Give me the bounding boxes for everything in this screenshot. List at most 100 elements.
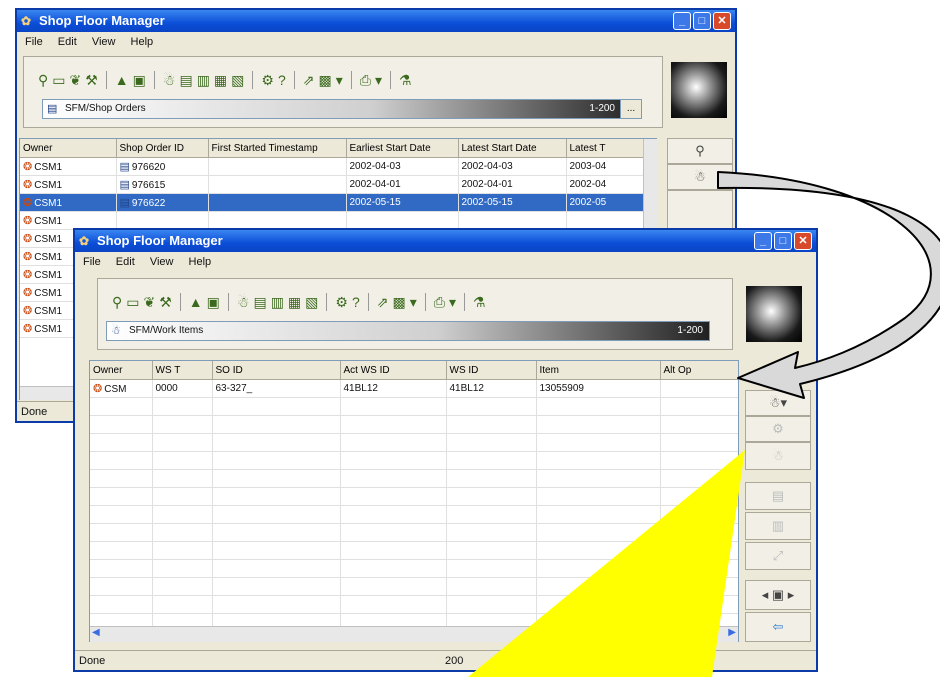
print-icon[interactable]: ⎙: [434, 294, 445, 311]
cell-owner[interactable]: ❂ CSM1: [20, 211, 117, 230]
front-person-button[interactable]: ☃: [745, 442, 811, 470]
table-row[interactable]: ❂ CSM1 ▤ 976615 2002-04-01 2002-04-01 2002-04: [20, 175, 656, 194]
cell-latest[interactable]: 2002-04-01: [458, 175, 567, 194]
cell-act[interactable]: 41BL12: [340, 379, 447, 398]
back-user-button[interactable]: ☃: [667, 164, 733, 190]
excel-icon[interactable]: ▩: [318, 72, 331, 89]
table-row[interactable]: ❂ CSM 0000 63-327_ 41BL12 41BL12 13055909: [90, 379, 738, 398]
front-horizontal-scrollbar[interactable]: ◀ ▶: [90, 626, 738, 642]
close-icon[interactable]: ✕: [794, 232, 812, 250]
menu-help[interactable]: Help: [131, 36, 154, 48]
col-ws-t[interactable]: WS T: [152, 361, 213, 380]
col-so-id[interactable]: SO ID: [212, 361, 341, 380]
cell-owner[interactable]: ❂ CSM1: [20, 193, 117, 212]
cell-earliest[interactable]: 2002-04-01: [346, 175, 459, 194]
tools-icon[interactable]: ⚒: [85, 72, 98, 89]
gear-icon[interactable]: ⚙: [335, 294, 348, 311]
menu-help[interactable]: Help: [189, 256, 212, 268]
col-act-ws-id[interactable]: Act WS ID: [340, 361, 447, 380]
front-edit-user-button[interactable]: ⚙: [745, 416, 811, 442]
front-table-button[interactable]: ▥: [745, 512, 811, 540]
col-earliest-start[interactable]: Earliest Start Date: [346, 139, 459, 158]
help-book-icon[interactable]: ?: [278, 72, 286, 88]
grid-icon[interactable]: ▤: [179, 72, 192, 89]
cell-earliest[interactable]: 2002-05-15: [346, 193, 459, 212]
col-owner[interactable]: Owner: [90, 361, 153, 380]
maximize-icon[interactable]: □: [774, 232, 792, 250]
col-first-started[interactable]: First Started Timestamp: [208, 139, 347, 158]
menu-view[interactable]: View: [150, 256, 174, 268]
maximize-icon[interactable]: □: [693, 12, 711, 30]
cell-alt[interactable]: [660, 379, 738, 398]
excel-icon[interactable]: ▩: [392, 294, 405, 311]
cell-owner[interactable]: ❂ CSM: [90, 379, 153, 398]
grid-edit-icon[interactable]: ▥: [197, 72, 210, 89]
front-user-menu-button[interactable]: ☃▾: [745, 390, 811, 416]
grid-icon[interactable]: ▤: [253, 294, 266, 311]
close-icon[interactable]: ✕: [713, 12, 731, 30]
col-ws-id[interactable]: WS ID: [446, 361, 537, 380]
cell-owner[interactable]: ❂ CSM1: [20, 175, 117, 194]
cell-first[interactable]: [208, 211, 347, 230]
cell-soid[interactable]: 63-327_: [212, 379, 341, 398]
folder-icon[interactable]: ▭: [126, 294, 139, 311]
table-row[interactable]: ❂ CSM1: [20, 211, 656, 230]
chevron-down-icon[interactable]: ▾: [410, 294, 417, 311]
col-latest-start[interactable]: Latest Start Date: [458, 139, 567, 158]
cell-earliest[interactable]: 2002-04-03: [346, 157, 459, 176]
scroll-left-icon[interactable]: ◀: [92, 627, 100, 638]
cell-order[interactable]: ▤ 976615: [116, 175, 209, 194]
front-back-button[interactable]: ⇦: [745, 612, 811, 642]
print-icon[interactable]: ⎙: [360, 72, 371, 89]
path-more-button[interactable]: ...: [620, 100, 641, 118]
front-resize-button[interactable]: ⤢: [745, 542, 811, 570]
cell-first[interactable]: [208, 175, 347, 194]
cell-first[interactable]: [208, 157, 347, 176]
cell-latest[interactable]: 2002-05-15: [458, 193, 567, 212]
filter-icon[interactable]: ⚗: [473, 294, 486, 311]
table-row[interactable]: ❂ CSM1 ▤ 976620 2002-04-03 2002-04-03 2003-04: [20, 157, 656, 176]
start-icon[interactable]: ▲: [189, 294, 203, 310]
cell-order[interactable]: [116, 211, 209, 230]
export-icon[interactable]: ⇗: [377, 294, 389, 311]
filter-icon[interactable]: ⚗: [399, 72, 412, 89]
tree-icon[interactable]: ❦: [144, 294, 156, 311]
panel-icon[interactable]: ▣: [133, 72, 146, 89]
menu-edit[interactable]: Edit: [58, 36, 77, 48]
cell-order[interactable]: ▤ 976620: [116, 157, 209, 176]
scroll-right-icon[interactable]: ▶: [728, 627, 736, 638]
front-titlebar[interactable]: ✿ Shop Floor Manager _ □ ✕: [75, 230, 816, 252]
chevron-down-icon[interactable]: ▾: [449, 294, 456, 311]
chevron-down-icon[interactable]: ▾: [375, 72, 382, 89]
front-nav-button[interactable]: ◂ ▣ ▸: [745, 580, 811, 610]
col-shop-order[interactable]: Shop Order ID: [116, 139, 209, 158]
grid-add-icon[interactable]: ▦: [214, 72, 227, 89]
cell-item[interactable]: 13055909: [536, 379, 661, 398]
user-icon[interactable]: ☃: [237, 294, 250, 311]
folder-icon[interactable]: ▭: [52, 72, 65, 89]
col-owner[interactable]: Owner: [20, 139, 117, 158]
grid-link-icon[interactable]: ▧: [305, 294, 318, 311]
menu-file[interactable]: File: [25, 36, 43, 48]
front-grid-button[interactable]: ▤: [745, 482, 811, 510]
binoculars-icon[interactable]: ⚲: [38, 72, 48, 89]
cell-latest[interactable]: 2002-04-03: [458, 157, 567, 176]
user-icon[interactable]: ☃: [163, 72, 176, 89]
cell-first[interactable]: [208, 193, 347, 212]
cell-wst[interactable]: 0000: [152, 379, 213, 398]
tree-icon[interactable]: ❦: [70, 72, 82, 89]
minimize-icon[interactable]: _: [673, 12, 691, 30]
gear-icon[interactable]: ⚙: [261, 72, 274, 89]
grid-edit-icon[interactable]: ▥: [271, 294, 284, 311]
col-item[interactable]: Item: [536, 361, 661, 380]
back-titlebar[interactable]: ✿ Shop Floor Manager _ □ ✕: [17, 10, 735, 32]
chevron-down-icon[interactable]: ▾: [336, 72, 343, 89]
menu-view[interactable]: View: [92, 36, 116, 48]
minimize-icon[interactable]: _: [754, 232, 772, 250]
cell-ws[interactable]: 41BL12: [446, 379, 537, 398]
export-icon[interactable]: ⇗: [303, 72, 315, 89]
menu-edit[interactable]: Edit: [116, 256, 135, 268]
start-icon[interactable]: ▲: [115, 72, 129, 88]
menu-file[interactable]: File: [83, 256, 101, 268]
grid-add-icon[interactable]: ▦: [288, 294, 301, 311]
